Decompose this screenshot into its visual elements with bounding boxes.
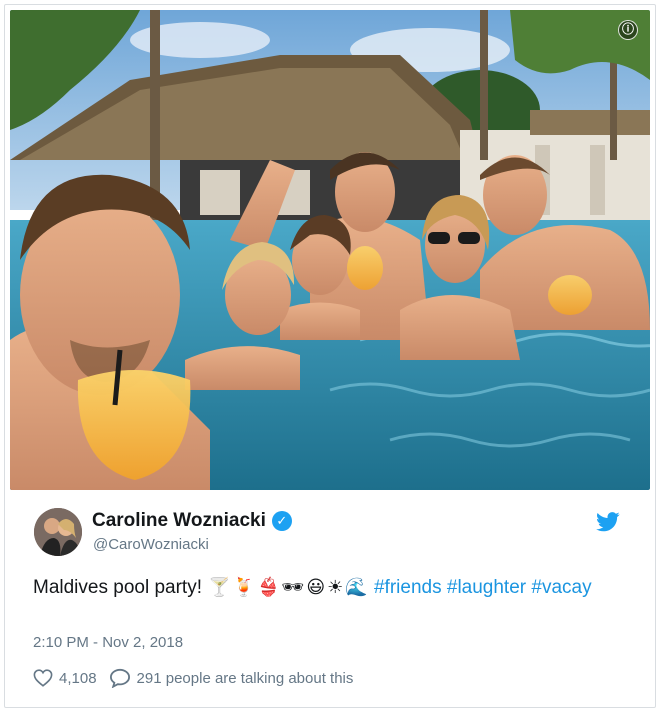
tropical-drink-icon: 🍹 [232,577,256,598]
sun-icon: ☀ [327,577,344,598]
smiley-icon: 😃 [306,577,326,598]
heart-icon [33,669,53,687]
like-count: 4,108 [59,669,97,687]
avatar[interactable] [34,508,82,556]
verified-badge-icon: ✓ [271,511,292,531]
reply-action[interactable]: 291 people are talking about this [109,668,354,688]
speech-bubble-icon [109,668,130,688]
tweet-actions: 4,108 291 people are talking about this [33,668,365,688]
tweet-timestamp[interactable]: 2:10 PM - Nov 2, 2018 [33,634,183,651]
cocktail-glass-icon: 🍸 [208,577,231,598]
hashtag-link[interactable]: #friends [374,577,442,598]
tweet-card: ⓘ Caroline Wozniacki ✓ @CaroWozniacki Ma… [0,0,660,712]
hashtag-link[interactable]: #laughter [447,577,526,598]
author-display-name[interactable]: Caroline Wozniacki [92,510,266,532]
bikini-icon: 👙 [257,577,280,598]
info-icon[interactable]: ⓘ [618,20,638,40]
talking-count: 291 people are talking about this [136,669,354,687]
wave-icon: 🌊 [345,577,368,598]
tweet-text: Maldives pool party! 🍸 🍹 👙 🕶 😃 ☀ 🌊 #friends #l… [33,574,633,601]
author-handle[interactable]: @CaroWozniacki [93,536,209,553]
avatar-photo-icon [34,508,82,556]
like-action[interactable]: 4,108 [33,669,97,687]
twitter-bird-icon[interactable] [596,512,620,532]
hashtag-link[interactable]: #vacay [531,577,591,598]
pool-party-photo [10,10,650,490]
author-name-row[interactable]: Caroline Wozniacki ✓ [92,510,292,532]
sunglasses-icon: 🕶 [281,577,305,598]
tweet-text-main: Maldives pool party! [33,577,202,598]
tweet-photo[interactable]: ⓘ [10,10,650,490]
